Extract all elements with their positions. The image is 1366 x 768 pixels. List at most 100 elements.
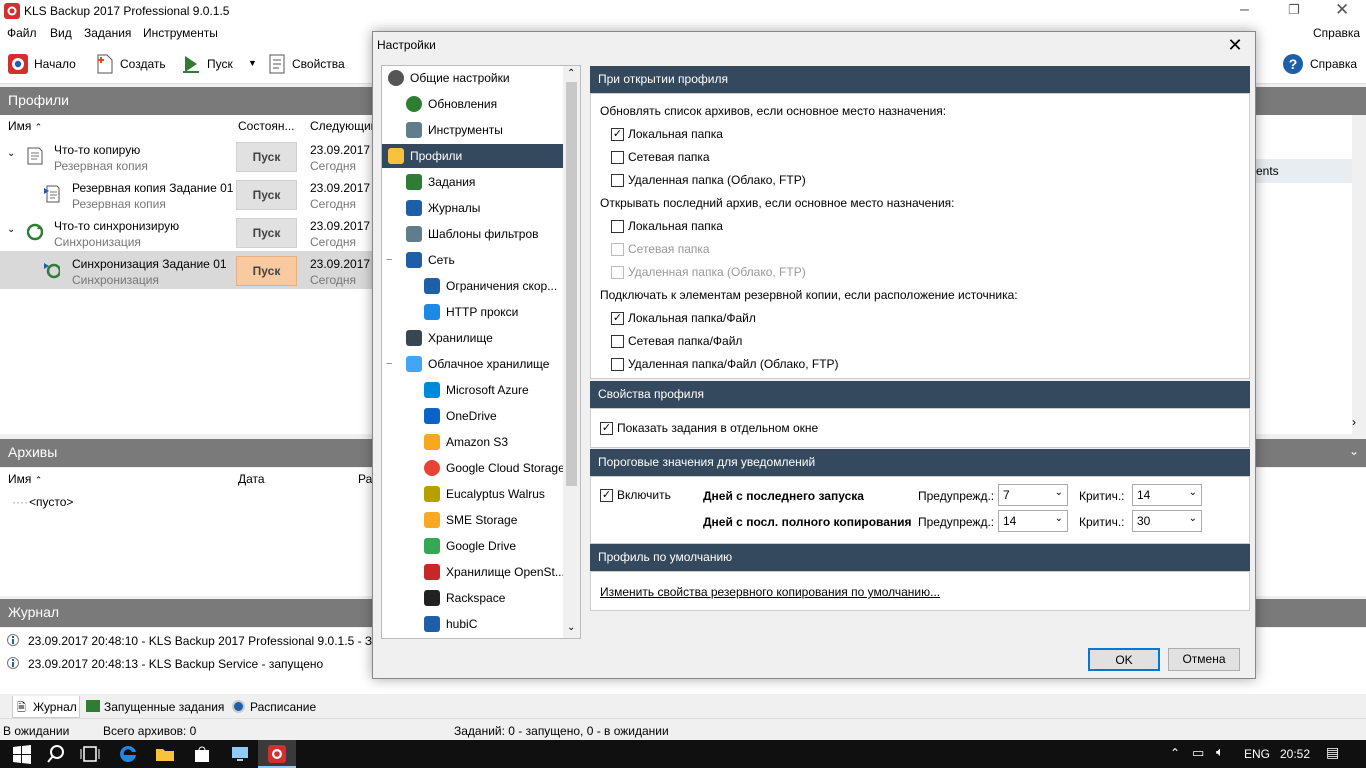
task-view-icon[interactable] — [80, 744, 100, 764]
option-checkbox[interactable] — [611, 335, 624, 348]
edit-defaults-link[interactable]: Изменить свойства резервного копирования… — [600, 585, 940, 599]
tree-item[interactable]: − Облачное хранилище — [382, 352, 565, 376]
warn-days-full-select[interactable]: 14 ⌄ — [998, 510, 1068, 532]
store-icon[interactable] — [192, 744, 212, 764]
tree-item[interactable]: OneDrive — [382, 404, 565, 428]
filter-icon — [406, 226, 422, 242]
tree-item[interactable]: Журналы — [382, 196, 565, 220]
clock[interactable]: 20:52 — [1280, 747, 1310, 761]
network-tray-icon[interactable]: ▭ — [1192, 745, 1204, 761]
scroll-up-icon[interactable]: ⌃ — [567, 68, 575, 79]
menu-help[interactable]: Справка — [1313, 26, 1360, 40]
close-icon[interactable]: ✕ — [1223, 34, 1247, 56]
windows-start-icon[interactable] — [12, 744, 32, 764]
notifications-icon[interactable]: ▤ — [1326, 744, 1339, 761]
run-profile-button[interactable]: Пуск — [236, 256, 297, 286]
remote-desktop-icon[interactable] — [230, 744, 250, 764]
warn-days-run-select[interactable]: 7 ⌄ — [998, 484, 1068, 506]
tree-scrollbar[interactable]: ⌃ ⌄ — [563, 66, 580, 638]
collapse-icon[interactable]: ⌄ — [7, 148, 15, 159]
run-dropdown-icon[interactable]: ▼ — [248, 58, 257, 68]
create-button[interactable]: Создать — [90, 50, 172, 78]
language-indicator[interactable]: ENG — [1244, 747, 1270, 761]
tree-item[interactable]: Обновления — [382, 92, 565, 116]
enable-thresholds-checkbox[interactable]: ✓ — [600, 489, 613, 502]
tree-item[interactable]: Общие настройки — [382, 66, 565, 90]
tree-item[interactable]: Ограничения скор... — [382, 274, 565, 298]
option-checkbox[interactable] — [611, 174, 624, 187]
menu-tasks[interactable]: Задания — [84, 26, 131, 40]
tree-item[interactable]: SME Storage — [382, 508, 565, 532]
minimize-icon[interactable]: – — [1240, 1, 1249, 19]
tree-item[interactable]: HTTP прокси — [382, 300, 565, 324]
tree-item[interactable]: Задания — [382, 170, 565, 194]
menu-tools[interactable]: Инструменты — [143, 26, 218, 40]
tree-item[interactable]: Инструменты — [382, 118, 565, 142]
tree-item[interactable]: Rackspace — [382, 586, 565, 610]
collapse-icon[interactable]: ⌄ — [7, 224, 15, 235]
show-tasks-checkbox[interactable]: ✓ — [600, 422, 613, 435]
collapse-icon[interactable]: − — [386, 358, 392, 370]
restore-icon[interactable]: ❐ — [1288, 2, 1300, 18]
network-icon — [406, 252, 422, 268]
option-label: Локальная папка — [628, 127, 723, 141]
tab-journal[interactable]: 🗎 Журнал — [12, 696, 80, 718]
tree-item[interactable]: − Сеть — [382, 248, 565, 272]
tree-item[interactable]: Eucalyptus Walrus — [382, 482, 565, 506]
profile-name[interactable]: Что-то копирую — [54, 143, 140, 157]
close-icon[interactable]: ✕ — [1335, 0, 1349, 20]
menu-file[interactable]: Файл — [7, 26, 37, 40]
tree-item[interactable]: Google Drive — [382, 534, 565, 558]
kls-backup-taskbar-button[interactable] — [258, 740, 296, 768]
scroll-right-icon[interactable]: › — [1352, 415, 1356, 429]
crit-days-full-select[interactable]: 30 ⌄ — [1132, 510, 1202, 532]
profile-name[interactable]: Что-то синхронизирую — [54, 219, 179, 233]
option-checkbox — [611, 266, 624, 279]
file-explorer-icon[interactable] — [155, 744, 175, 764]
help-button[interactable]: ? Справка — [1276, 50, 1363, 78]
crit-days-run-select[interactable]: 14 ⌄ — [1132, 484, 1202, 506]
archives-col-name[interactable]: Имя ⌃ — [0, 468, 230, 490]
tree-item[interactable]: Хранилище — [382, 326, 565, 350]
tray-expand-icon[interactable]: ⌃ — [1170, 746, 1180, 760]
crit-label: Критич.: — [1079, 515, 1125, 529]
run-button[interactable]: Пуск — [175, 50, 239, 78]
menu-view[interactable]: Вид — [50, 26, 72, 40]
home-button[interactable]: Начало — [2, 50, 82, 78]
profile-name[interactable]: Резервная копия Задание 01 — [72, 181, 233, 195]
profiles-col-next[interactable]: Следующий — [302, 115, 377, 137]
option-checkbox[interactable] — [611, 151, 624, 164]
volume-icon[interactable]: 🔈︎ — [1216, 744, 1224, 760]
chevron-down-icon[interactable]: ⌄ — [1349, 444, 1359, 458]
collapse-icon[interactable]: − — [386, 254, 392, 266]
option-checkbox[interactable] — [611, 220, 624, 233]
next-when: Сегодня — [310, 273, 356, 287]
tree-item[interactable]: hubiC — [382, 612, 565, 636]
ok-button[interactable]: OK — [1088, 648, 1160, 671]
tree-item[interactable]: Google Cloud Storage — [382, 456, 565, 480]
tree-item[interactable]: Шаблоны фильтров — [382, 222, 565, 246]
edge-icon[interactable] — [118, 744, 138, 764]
run-profile-button[interactable]: Пуск — [236, 180, 297, 210]
properties-label: Свойства — [292, 57, 345, 71]
run-profile-button[interactable]: Пуск — [236, 218, 297, 248]
profile-name[interactable]: Синхронизация Задание 01 — [72, 257, 227, 271]
search-icon[interactable] — [46, 744, 66, 764]
tree-item[interactable]: Amazon S3 — [382, 430, 565, 454]
profiles-scrollbar[interactable] — [1352, 115, 1366, 434]
option-checkbox[interactable]: ✓ — [611, 128, 624, 141]
cancel-button[interactable]: Отмена — [1168, 648, 1240, 671]
properties-button[interactable]: Свойства — [262, 50, 351, 78]
profiles-col-name[interactable]: Имя ⌃ — [0, 115, 230, 137]
scroll-thumb[interactable] — [566, 82, 577, 486]
tree-item[interactable]: Microsoft Azure — [382, 378, 565, 402]
right-column-text: ents — [1256, 164, 1279, 178]
option-checkbox[interactable] — [611, 358, 624, 371]
option-checkbox[interactable]: ✓ — [611, 312, 624, 325]
archives-col-date[interactable]: Дата — [230, 468, 350, 490]
tree-item[interactable]: Профили — [382, 144, 565, 168]
tree-item[interactable]: Хранилище OpenSt... — [382, 560, 565, 584]
scroll-down-icon[interactable]: ⌄ — [567, 622, 575, 633]
run-profile-button[interactable]: Пуск — [236, 142, 297, 172]
profiles-col-state[interactable]: Состоян... — [230, 115, 302, 137]
